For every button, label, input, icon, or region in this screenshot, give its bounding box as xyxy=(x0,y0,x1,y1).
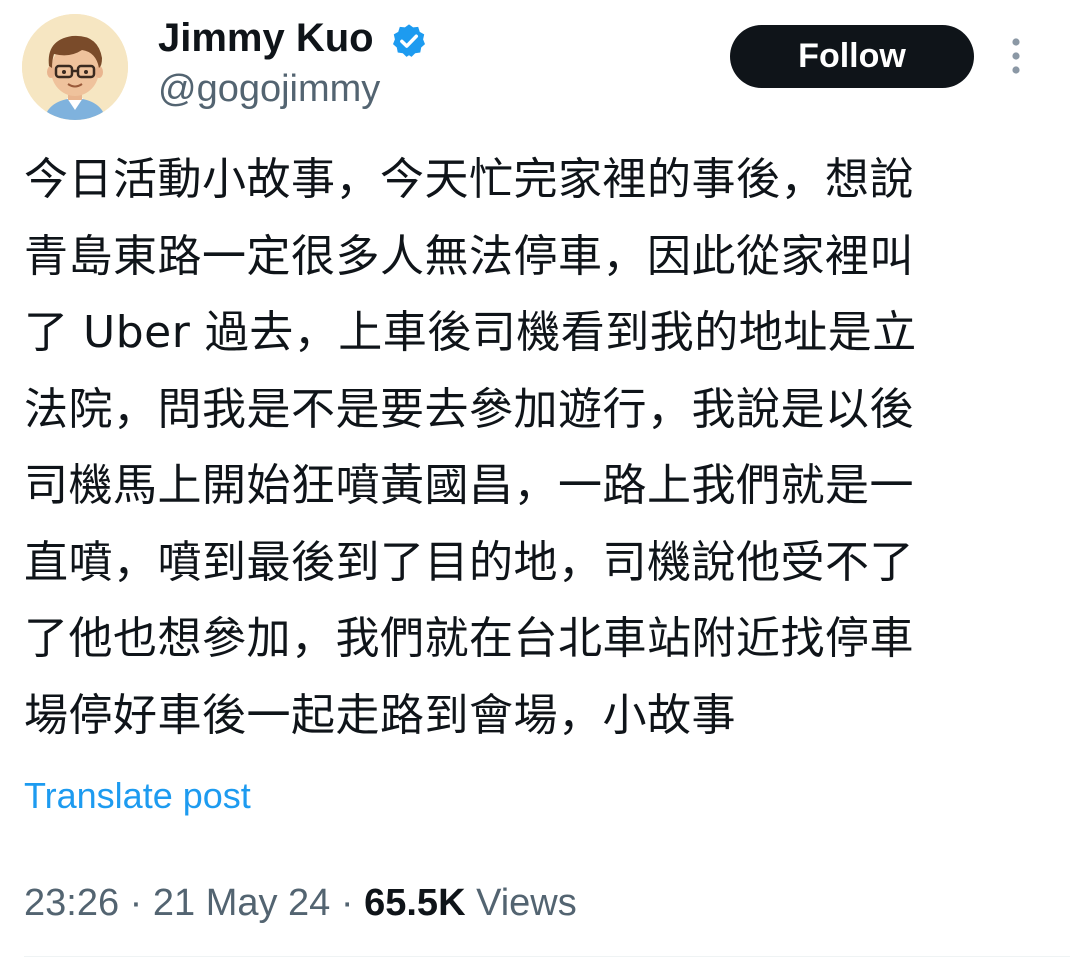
tweet-header: Jimmy Kuo @gogojimmy Follow xyxy=(0,0,1070,130)
tweet-text-line: 今日活動小故事，今天忙完家裡的事後，想說 xyxy=(24,154,914,205)
translate-post-link[interactable]: Translate post xyxy=(24,774,251,818)
meta-separator: · xyxy=(119,882,153,924)
avatar-cartoon-icon xyxy=(22,14,128,120)
tweet-text: 今日活動小故事，今天忙完家裡的事後，想說 青島東路一定很多人無法停車，因此從家裡… xyxy=(24,142,1034,754)
views-count: 65.5K xyxy=(364,882,466,924)
tweet-meta: 23:26 · 21 May 24 · 65.5K Views xyxy=(24,880,577,926)
divider xyxy=(24,956,1070,957)
verified-badge-icon xyxy=(390,22,428,60)
avatar[interactable] xyxy=(22,14,128,120)
user-handle[interactable]: @gogojimmy xyxy=(158,66,380,112)
tweet-text-line: 青島東路一定很多人無法停車，因此從家裡叫 xyxy=(24,230,914,282)
meta-separator: · xyxy=(330,882,365,924)
tweet-text-line: 法院，問我是不是要去參加遊行，我說是以後 xyxy=(24,383,914,435)
post-time[interactable]: 23:26 xyxy=(24,882,119,924)
views-label: Views xyxy=(465,882,577,924)
tweet-text-line: 場停好車後一起走路到會場，小故事 xyxy=(24,689,736,741)
post-date[interactable]: 21 May 24 xyxy=(153,882,330,924)
tweet-text-line: 司機馬上開始狂噴黃國昌，一路上我們就是一 xyxy=(24,460,914,511)
tweet-text-line: 了他也想參加，我們就在台北車站附近找停車 xyxy=(24,613,914,664)
more-vertical-icon[interactable] xyxy=(1004,36,1028,76)
tweet-text-line: 直噴，噴到最後到了目的地，司機說他受不了 xyxy=(24,536,914,588)
display-name[interactable]: Jimmy Kuo xyxy=(158,14,374,62)
follow-button[interactable]: Follow xyxy=(730,25,974,88)
tweet-text-line: 了 Uber 過去，上車後司機看到我的地址是立 xyxy=(24,307,917,358)
